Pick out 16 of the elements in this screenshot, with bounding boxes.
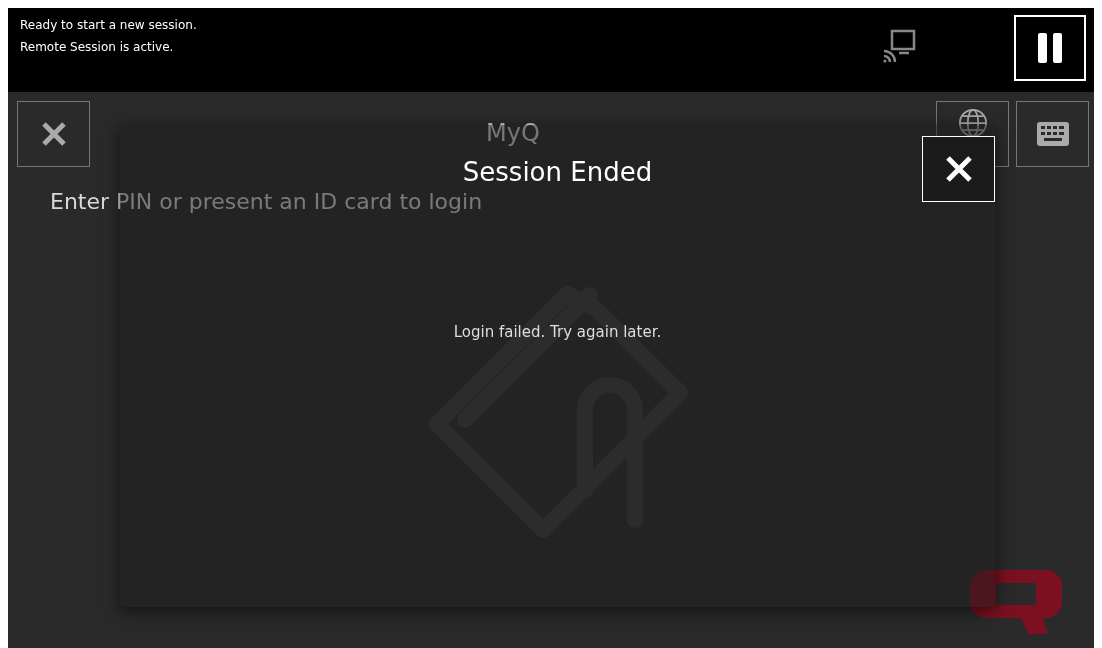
status-message: Remote Session is active. <box>20 39 175 56</box>
pause-icon <box>1037 33 1063 63</box>
globe-icon <box>958 109 987 137</box>
close-button[interactable] <box>17 101 90 167</box>
keyboard-icon <box>1036 122 1069 146</box>
dialog-title: Session Ended <box>462 156 653 189</box>
pause-button[interactable] <box>1014 15 1086 81</box>
dialog-message: Login failed. Try again later. <box>453 322 662 343</box>
status-message: Ready to start a new session. <box>20 17 198 34</box>
login-prompt: Enter PIN or present an ID card to login <box>50 189 483 214</box>
screen-title: MyQ <box>486 118 540 149</box>
keyboard-button[interactable] <box>1016 101 1089 167</box>
close-icon <box>40 121 67 147</box>
remote-display-icon <box>882 28 918 64</box>
dialog-close-button[interactable] <box>922 136 995 202</box>
close-icon <box>944 155 973 183</box>
